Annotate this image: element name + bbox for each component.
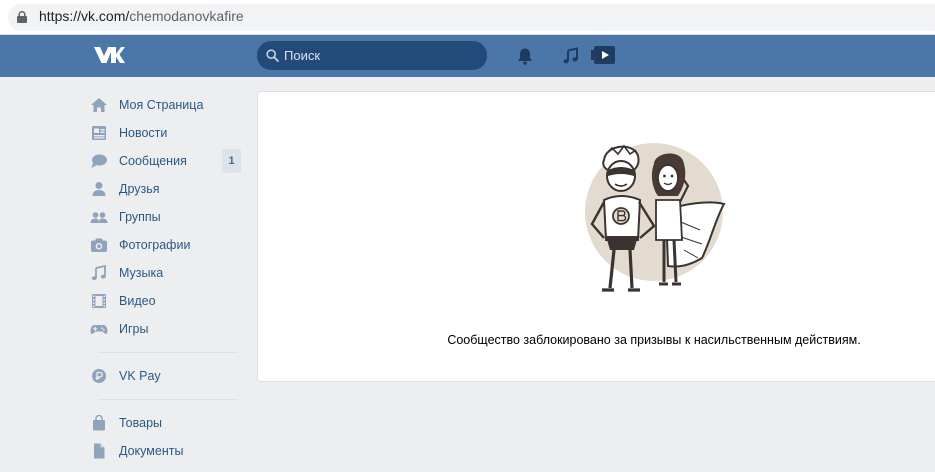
url-path: chemodanovkafire (129, 8, 244, 24)
bell-icon[interactable] (515, 46, 535, 66)
sidebar-item-photos[interactable]: Фотографии (88, 231, 243, 259)
friends-icon (92, 182, 106, 196)
vkpay-icon (92, 369, 106, 383)
sidebar-item-my-page[interactable]: Моя Страница (88, 91, 243, 119)
blocked-community-card: Сообщество заблокировано за призывы к на… (257, 91, 935, 382)
search-box[interactable] (257, 41, 487, 70)
sidebar-item-label: Фотографии (119, 238, 191, 252)
document-icon (94, 443, 105, 459)
browser-address-bar: https://vk.com/chemodanovkafire (0, 0, 935, 35)
music-icon[interactable] (561, 46, 581, 66)
sidebar-item-groups[interactable]: Группы (88, 203, 243, 231)
sidebar-item-goods[interactable]: Товары (88, 409, 243, 437)
groups-icon (90, 212, 108, 223)
sidebar-item-label: Моя Страница (119, 98, 204, 112)
vk-logo[interactable] (92, 44, 125, 66)
sidebar-item-vkpay[interactable]: VK Pay (88, 362, 243, 390)
unread-count-badge[interactable]: 1 (222, 149, 241, 173)
lock-icon (17, 11, 27, 23)
sidebar-item-news[interactable]: Новости (88, 119, 243, 147)
sidebar-item-label: Сообщения (119, 154, 187, 168)
home-icon (91, 98, 107, 112)
news-icon (92, 126, 106, 140)
left-sidebar: Моя Страница Новости Сообщения 1 Друзья … (88, 91, 243, 465)
sidebar-item-music[interactable]: Музыка (88, 259, 243, 287)
sidebar-item-label: Новости (119, 126, 168, 140)
blocked-community-message: Сообщество заблокировано за призывы к на… (447, 333, 861, 347)
sidebar-item-documents[interactable]: Документы (88, 437, 243, 465)
video-icon[interactable] (591, 44, 617, 66)
search-input[interactable] (284, 41, 479, 70)
sidebar-item-label: Группы (119, 210, 161, 224)
sidebar-item-label: Друзья (119, 182, 160, 196)
sidebar-item-label: Видео (119, 294, 156, 308)
sidebar-item-label: Музыка (119, 266, 164, 280)
sidebar-item-video[interactable]: Видео (88, 287, 243, 315)
sidebar-item-label: Документы (119, 444, 184, 458)
sidebar-item-label: VK Pay (119, 369, 161, 383)
search-icon (266, 49, 279, 62)
sidebar-divider (98, 352, 238, 353)
url-host: https://vk.com/ (39, 8, 130, 24)
bag-icon (93, 415, 105, 431)
sidebar-item-friends[interactable]: Друзья (88, 175, 243, 203)
sidebar-item-label: Товары (119, 416, 162, 430)
url-text[interactable]: https://vk.com/chemodanovkafire (39, 8, 244, 24)
vk-top-header (0, 35, 935, 77)
blocked-superheroes-illustration (585, 143, 726, 292)
messages-icon (91, 154, 107, 168)
sidebar-item-messages[interactable]: Сообщения 1 (88, 147, 243, 175)
gamepad-icon (90, 325, 108, 334)
sidebar-item-games[interactable]: Игры (88, 315, 243, 343)
film-icon (92, 294, 106, 308)
sidebar-item-label: Игры (119, 322, 149, 336)
sidebar-divider (98, 399, 238, 400)
music-note-icon (91, 265, 106, 281)
camera-icon (91, 238, 107, 252)
